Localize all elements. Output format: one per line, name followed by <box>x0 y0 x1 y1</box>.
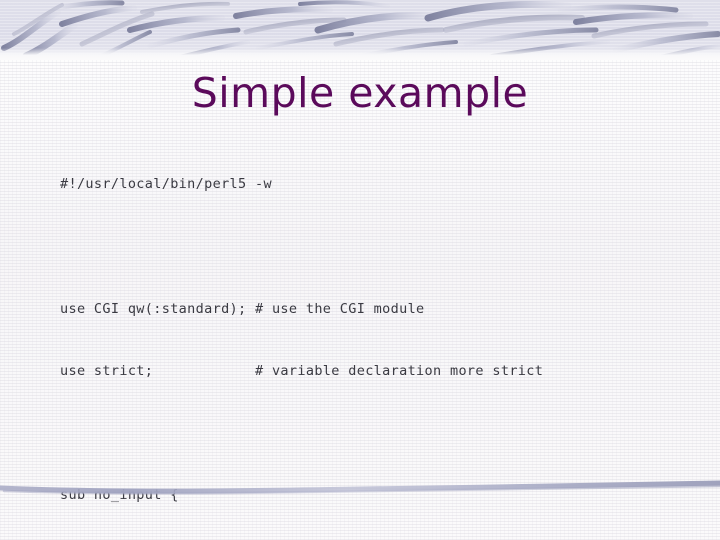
code-line: #!/usr/local/bin/perl5 -w <box>60 176 272 193</box>
page-title: Simple example <box>191 69 529 117</box>
bottom-decorative-rule <box>0 480 720 498</box>
code-line: use CGI qw(:standard); # use the CGI mod… <box>60 300 425 317</box>
banner-bottom-fade <box>0 48 720 60</box>
code-line: use strict; # variable declaration more … <box>60 362 544 379</box>
slide: Simple example #!/usr/local/bin/perl5 -w… <box>0 0 720 540</box>
top-decorative-banner <box>0 0 720 60</box>
code-listing: #!/usr/local/bin/perl5 -w use CGI qw(:st… <box>60 133 700 540</box>
footer-brush-stroke-icon <box>0 480 720 495</box>
